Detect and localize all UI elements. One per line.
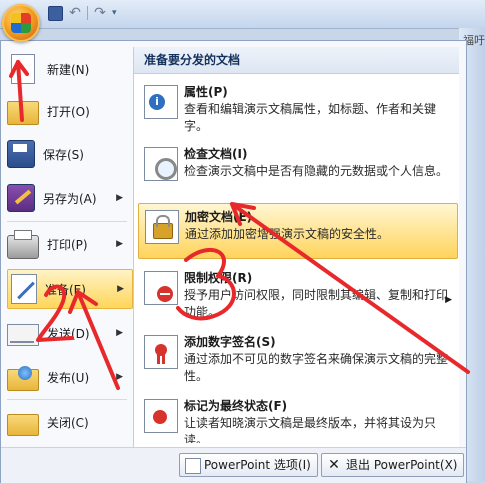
close-folder-icon [7,414,39,436]
menu-item-label: 打印(P) [47,237,88,252]
properties-icon: i [144,85,178,119]
submenu-item-title: 加密文档(E) [185,210,253,224]
quick-access-toolbar: ↶ ↷ ▾ [48,4,128,22]
menu-item-publish[interactable]: 发布(U) ▶ [7,357,131,397]
submenu-item-description: 查看和编辑演示文稿属性，如标题、作者和关键字。 [184,102,437,133]
submenu-item-description: 授予用户访问权限，同时限制其编辑、复制和打印功能。 [184,288,449,319]
restrict-permission-icon [144,271,178,305]
office-menu: 新建(N) 打开(O) 保存(S) 另存为(A) ▶ 打印(P) ▶ 准备(E)… [0,40,467,483]
submenu-item-title: 标记为最终状态(F) [184,399,288,413]
submenu-item-description: 通过添加不可见的数字签名来确保演示文稿的完整性。 [184,352,449,383]
prepare-icon [11,274,37,304]
submenu-arrow-icon: ▶ [445,295,452,305]
mark-final-icon [144,399,178,433]
submenu-item-description: 让读者知晓演示文稿是最终版本，并将其设为只读。 [184,416,437,443]
submenu-item-properties[interactable]: i 属性(P) 查看和编辑演示文稿属性，如标题、作者和关键字。 [138,79,456,139]
menu-divider [7,221,127,222]
inspect-document-icon [144,147,178,181]
options-button-label: PowerPoint 选项(I) [204,458,311,472]
submenu-item-mark-final[interactable]: 标记为最终状态(F) 让读者知晓演示文稿是最终版本，并将其设为只读。 [138,393,456,443]
submenu-item-description: 检查演示文稿中是否有隐藏的元数据或个人信息。 [184,164,449,178]
submenu-arrow-icon: ▶ [116,239,123,249]
menu-item-save-as[interactable]: 另存为(A) ▶ [7,178,131,218]
submenu-item-title: 限制权限(R) [184,271,253,285]
publish-icon [7,366,39,391]
menu-item-print[interactable]: 打印(P) ▶ [7,224,131,264]
printer-icon [7,230,39,259]
submenu-item-inspect-document[interactable]: 检查文档(I) 检查演示文稿中是否有隐藏的元数据或个人信息。 [138,141,456,201]
submenu-arrow-icon: ▶ [117,284,124,294]
options-icon [185,458,201,474]
new-document-icon [11,54,35,84]
menu-item-label: 发送(D) [47,326,90,341]
save-icon[interactable] [48,5,63,21]
powerpoint-options-button[interactable]: PowerPoint 选项(I) [179,453,318,477]
send-icon [7,324,39,346]
menu-item-send[interactable]: 发送(D) ▶ [7,313,131,353]
office-menu-commands: 新建(N) 打开(O) 保存(S) 另存为(A) ▶ 打印(P) ▶ 准备(E)… [1,41,133,441]
office-logo-icon [11,13,31,33]
menu-item-label: 打开(O) [47,104,90,119]
submenu-item-digital-signature[interactable]: 添加数字签名(S) 通过添加不可见的数字签名来确保演示文稿的完整性。 [138,329,456,389]
submenu-item-title: 检查文档(I) [184,147,248,161]
menu-item-open[interactable]: 打开(O) [7,91,131,131]
title-bar: ↶ ↷ ▾ [0,0,485,29]
menu-item-label: 准备(E) [45,282,86,297]
submenu-item-description: 通过添加加密增强演示文稿的安全性。 [185,227,390,241]
menu-item-label: 保存(S) [43,147,84,162]
submenu-heading: 准备要分发的文档 [134,47,459,74]
office-button[interactable] [2,4,40,42]
menu-item-label: 关闭(C) [47,415,89,430]
menu-item-prepare[interactable]: 准备(E) ▶ [7,269,133,309]
toolbar-separator [87,6,88,20]
menu-item-save[interactable]: 保存(S) [7,134,131,174]
submenu-arrow-icon: ▶ [116,193,123,203]
save-as-icon [7,184,35,212]
submenu-item-encrypt-document[interactable]: 加密文档(E) 通过添加加密增强演示文稿的安全性。 [138,203,458,259]
submenu-item-title: 添加数字签名(S) [184,335,276,349]
submenu-item-title: 属性(P) [184,85,228,99]
open-folder-icon [7,101,39,125]
menu-item-new[interactable]: 新建(N) [7,49,131,89]
submenu-arrow-icon: ▶ [116,328,123,338]
undo-icon[interactable]: ↶ [67,5,83,21]
digital-signature-icon [144,335,178,369]
exit-button-label: 退出 PowerPoint(X) [346,458,458,472]
redo-icon[interactable]: ↷ [92,5,108,21]
exit-powerpoint-button[interactable]: ✕ 退出 PowerPoint(X) [321,453,465,477]
customize-toolbar-dropdown-icon[interactable]: ▾ [112,5,128,21]
encrypt-lock-icon [145,210,179,244]
save-disk-icon [7,140,35,168]
menu-item-label: 另存为(A) [43,191,97,206]
exit-icon: ✕ [328,457,340,473]
submenu-arrow-icon: ▶ [116,372,123,382]
prepare-submenu: 准备要分发的文档 i 属性(P) 查看和编辑演示文稿属性，如标题、作者和关键字。… [133,47,459,447]
menu-item-label: 发布(U) [47,370,90,385]
submenu-item-restrict-permission[interactable]: 限制权限(R) 授予用户访问权限，同时限制其编辑、复制和打印功能。 ▶ [138,265,456,325]
menu-item-close[interactable]: 关闭(C) [7,402,131,442]
menu-divider [7,399,127,400]
office-menu-footer: PowerPoint 选项(I) ✕ 退出 PowerPoint(X) [1,447,466,483]
menu-item-label: 新建(N) [47,62,90,77]
